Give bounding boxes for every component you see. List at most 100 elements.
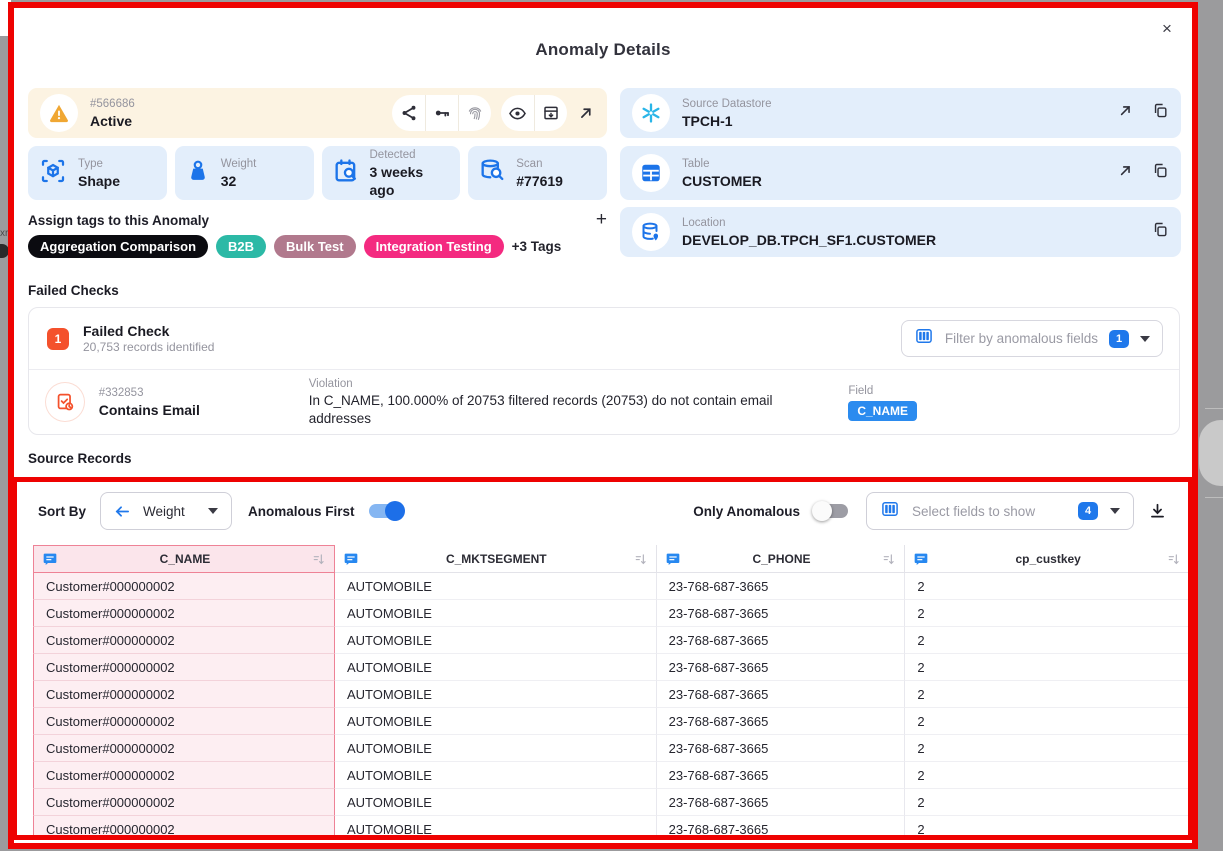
chevron-down-icon <box>1110 508 1120 514</box>
tag-pill[interactable]: Aggregation Comparison <box>28 235 208 258</box>
card-label: Source Datastore <box>682 97 772 112</box>
violation-label: Violation <box>309 377 835 392</box>
table-cell: 23-768-687-3665 <box>657 681 906 708</box>
eye-icon[interactable] <box>501 95 534 131</box>
filter-button-label: Filter by anomalous fields <box>945 331 1098 346</box>
filter-anomalous-fields-button[interactable]: Filter by anomalous fields 1 <box>901 320 1163 357</box>
column-header-C_PHONE[interactable]: C_PHONE <box>657 545 906 573</box>
table-cell: 2 <box>905 681 1190 708</box>
scan-icon <box>478 157 506 190</box>
table-cell: 23-768-687-3665 <box>657 654 906 681</box>
table-row: Customer#000000002AUTOMOBILE23-768-687-3… <box>33 762 1190 789</box>
open-table-icon[interactable] <box>1117 162 1134 184</box>
copy-icon[interactable] <box>1152 102 1169 124</box>
stat-card-type: Type Shape <box>28 146 167 200</box>
tag-pill[interactable]: Bulk Test <box>274 235 356 258</box>
table-cell: 2 <box>905 735 1190 762</box>
stat-value: 32 <box>221 172 257 190</box>
violation-text: In C_NAME, 100.000% of 20753 filtered re… <box>309 392 835 428</box>
table-cell: Customer#000000002 <box>33 735 335 762</box>
sort-icon[interactable] <box>882 552 896 566</box>
table-cell: 2 <box>905 627 1190 654</box>
table-cell: 23-768-687-3665 <box>657 762 906 789</box>
column-header-C_NAME[interactable]: C_NAME <box>33 545 335 573</box>
table-row: Customer#000000002AUTOMOBILE23-768-687-3… <box>33 573 1190 600</box>
table-card: Table CUSTOMER <box>620 146 1181 200</box>
select-fields-dropdown[interactable]: Select fields to show 4 <box>866 492 1134 530</box>
detected-calendar-icon <box>332 157 360 190</box>
failed-checks-heading: Failed Checks <box>28 283 119 298</box>
table-cell: 23-768-687-3665 <box>657 627 906 654</box>
table-cell: 2 <box>905 600 1190 627</box>
card-value: TPCH-1 <box>682 112 772 130</box>
tags-row: Aggregation Comparison B2B Bulk Test Integr… <box>28 235 618 258</box>
column-header-C_MKTSEGMENT[interactable]: C_MKTSEGMENT <box>335 545 657 573</box>
sort-icon[interactable] <box>312 552 326 566</box>
table-cell: Customer#000000002 <box>33 600 335 627</box>
table-cell: AUTOMOBILE <box>335 627 657 654</box>
failed-check-title: Failed Check <box>83 322 214 340</box>
fingerprint-icon[interactable] <box>458 95 491 131</box>
add-tag-button[interactable]: + <box>596 212 607 228</box>
database-location-icon <box>632 213 670 251</box>
table-cell: AUTOMOBILE <box>335 573 657 600</box>
failed-check-count-badge: 1 <box>47 328 69 350</box>
source-datastore-card: Source Datastore TPCH-1 <box>620 88 1181 138</box>
only-anomalous-toggle[interactable] <box>814 504 848 518</box>
card-value: CUSTOMER <box>682 172 762 190</box>
share-icon[interactable] <box>392 95 425 131</box>
column-name: C_MKTSEGMENT <box>359 552 634 566</box>
download-icon[interactable] <box>1148 502 1167 521</box>
table-cell: Customer#000000002 <box>33 627 335 654</box>
table-cell: AUTOMOBILE <box>335 708 657 735</box>
table-cell: 23-768-687-3665 <box>657 789 906 816</box>
message-square-icon[interactable] <box>42 551 58 567</box>
table-row: Customer#000000002AUTOMOBILE23-768-687-3… <box>33 735 1190 762</box>
divider <box>1205 497 1223 498</box>
column-header-cp_custkey[interactable]: cp_custkey <box>905 545 1190 573</box>
close-icon[interactable]: × <box>1156 18 1178 40</box>
card-label: Table <box>682 157 762 172</box>
open-datastore-icon[interactable] <box>1117 102 1134 124</box>
stat-value: #77619 <box>516 172 563 190</box>
more-tags-label[interactable]: +3 Tags <box>512 239 562 254</box>
side-panel-handle[interactable] <box>1199 420 1223 486</box>
sort-value: Weight <box>143 504 185 519</box>
anomaly-state: Active <box>90 112 135 130</box>
sort-icon[interactable] <box>1167 552 1181 566</box>
anomalous-first-toggle[interactable] <box>369 504 403 518</box>
table-row: Customer#000000002AUTOMOBILE23-768-687-3… <box>33 654 1190 681</box>
check-name: Contains Email <box>99 401 249 419</box>
expand-icon[interactable] <box>577 104 595 122</box>
sort-icon[interactable] <box>634 552 648 566</box>
shape-icon <box>38 156 68 191</box>
table-cell: AUTOMOBILE <box>335 816 657 840</box>
anomaly-id: #566686 <box>90 97 135 112</box>
copy-icon[interactable] <box>1152 162 1169 184</box>
tag-pill[interactable]: Integration Testing <box>364 235 504 258</box>
table-cell: 2 <box>905 573 1190 600</box>
stat-label: Detected <box>370 148 451 163</box>
page-backdrop: xr Anomaly Details × #566686 Active <box>0 0 1223 851</box>
snowflake-icon <box>632 94 670 132</box>
key-icon[interactable] <box>425 95 458 131</box>
field-label: Field <box>848 384 917 399</box>
table-row: Customer#000000002AUTOMOBILE23-768-687-3… <box>33 681 1190 708</box>
copy-icon[interactable] <box>1152 221 1169 243</box>
table-row: Customer#000000002AUTOMOBILE23-768-687-3… <box>33 708 1190 735</box>
message-square-icon[interactable] <box>665 551 681 567</box>
archive-icon[interactable] <box>534 95 567 131</box>
sort-by-dropdown[interactable]: Weight <box>100 492 232 530</box>
table-cell: AUTOMOBILE <box>335 789 657 816</box>
stat-value: Shape <box>78 172 120 190</box>
filter-count-badge: 1 <box>1109 330 1129 348</box>
message-square-icon[interactable] <box>913 551 929 567</box>
column-name: C_PHONE <box>681 552 883 566</box>
table-cell: 23-768-687-3665 <box>657 600 906 627</box>
table-cell: 2 <box>905 816 1190 840</box>
tag-pill[interactable]: B2B <box>216 235 266 258</box>
column-name: C_NAME <box>58 552 312 566</box>
table-cell: Customer#000000002 <box>33 762 335 789</box>
table-cell: 23-768-687-3665 <box>657 708 906 735</box>
message-square-icon[interactable] <box>343 551 359 567</box>
